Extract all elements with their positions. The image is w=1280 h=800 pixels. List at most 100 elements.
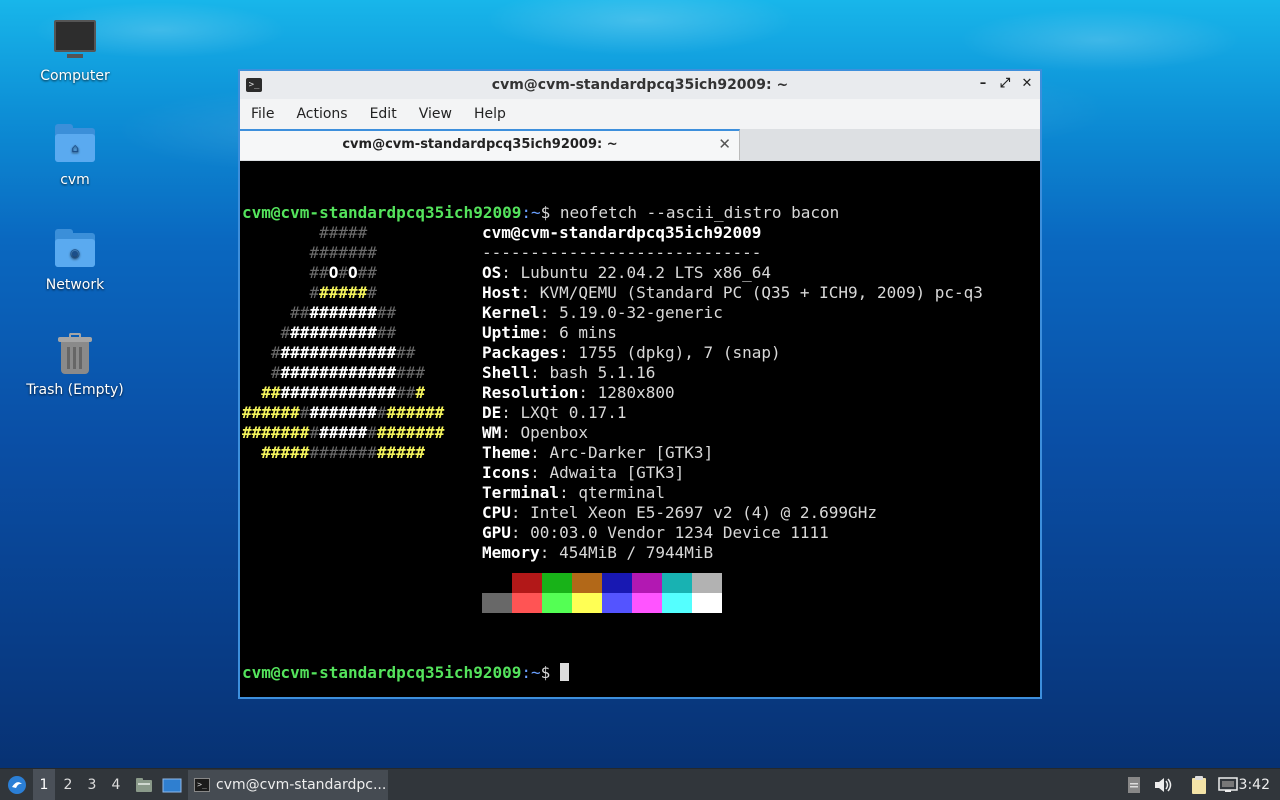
terminal-output[interactable]: cvm@cvm-standardpcq35ich92009:~$ neofetc…: [240, 161, 1040, 697]
info-host: Host: KVM/QEMU (Standard PC (Q35 + ICH9,…: [482, 283, 983, 302]
desktop-icon-cvm[interactable]: ⌂ cvm: [20, 122, 130, 188]
ascii-art-line: ##O#O##: [242, 263, 377, 282]
file-manager-launcher[interactable]: [133, 769, 155, 800]
prompt-user-host: cvm@cvm-standardpcq35ich92009: [242, 203, 522, 222]
info-shell: Shell: bash 5.1.16: [482, 363, 656, 382]
palette-swatch: [662, 593, 692, 613]
prompt-line: cvm@cvm-standardpcq35ich92009:~$: [242, 663, 569, 683]
info-resolution: Resolution: 1280x800: [482, 383, 675, 402]
menu-file[interactable]: File: [244, 106, 281, 122]
lubuntu-start-icon: [8, 776, 26, 794]
menu-view[interactable]: View: [412, 106, 459, 122]
info-memory: Memory: 454MiB / 7944MiB: [482, 543, 714, 562]
taskbar-window-label: cvm@cvm-standardpc...: [216, 777, 387, 793]
text-cursor: [559, 663, 569, 681]
close-button[interactable]: ✕: [1020, 76, 1034, 92]
palette-swatch: [632, 573, 662, 593]
volume-icon[interactable]: [1152, 769, 1174, 800]
clock[interactable]: 3:42: [1239, 769, 1270, 800]
terminal-app-icon[interactable]: >_: [246, 78, 262, 92]
home-folder-icon: ⌂: [53, 122, 97, 166]
tab-bar: cvm@cvm-standardpcq35ich92009: ~ ✕: [240, 129, 1040, 161]
info-terminal: Terminal: qterminal: [482, 483, 666, 502]
ascii-art-line: #####################: [242, 423, 445, 442]
desktop: Computer ⌂ cvm ◉ Network Trash (Empty) >…: [0, 0, 1280, 768]
menu-help[interactable]: Help: [467, 106, 513, 122]
ascii-art-line: ###########: [242, 303, 397, 322]
palette-swatch: [542, 573, 572, 593]
desktop-icon-computer[interactable]: Computer: [20, 18, 130, 84]
show-desktop-button[interactable]: [161, 769, 183, 800]
command-text: neofetch --ascii_distro bacon: [559, 203, 840, 222]
palette-swatch: [662, 573, 692, 593]
notes-tray-icon[interactable]: [1188, 769, 1210, 800]
prompt-path: :~: [521, 663, 541, 682]
ascii-art-line: ############: [242, 323, 397, 342]
minimize-button[interactable]: –: [976, 76, 990, 92]
ascii-art-line: ###############: [242, 343, 416, 362]
info-icons: Icons: Adwaita [GTK3]: [482, 463, 685, 482]
terminal-window: >_ cvm@cvm-standardpcq35ich92009: ~ – ⤢ …: [238, 69, 1042, 699]
info-os: OS: Lubuntu 22.04.2 LTS x86_64: [482, 263, 771, 282]
palette-swatch: [512, 573, 542, 593]
palette-swatch: [512, 593, 542, 613]
clipboard-tray-icon[interactable]: [1124, 769, 1144, 800]
palette-swatch: [572, 573, 602, 593]
palette-swatch: [542, 593, 572, 613]
prompt-symbol: $: [540, 663, 560, 682]
network-tray-icon[interactable]: [1216, 769, 1240, 800]
desktop-icon-label: Computer: [40, 68, 110, 84]
desktop-icon-network[interactable]: ◉ Network: [20, 227, 130, 293]
info-de: DE: LXQt 0.17.1: [482, 403, 627, 422]
tab-label: cvm@cvm-standardpcq35ich92009: ~: [342, 137, 618, 152]
ascii-art-line: ################: [242, 363, 426, 382]
palette-swatch: [692, 573, 722, 593]
info-theme: Theme: Arc-Darker [GTK3]: [482, 443, 714, 462]
file-manager-icon: [136, 778, 152, 792]
info-kernel: Kernel: 5.19.0-32-generic: [482, 303, 723, 322]
desktop-switch-1[interactable]: 1: [33, 769, 55, 800]
info-gpu: GPU: 00:03.0 Vendor 1234 Device 1111: [482, 523, 829, 542]
trash-icon: [53, 332, 97, 376]
start-menu-button[interactable]: [4, 769, 30, 800]
tab-close-icon[interactable]: ✕: [718, 135, 731, 153]
desktop-icon-trash[interactable]: Trash (Empty): [20, 332, 130, 398]
ascii-art-line: #################: [242, 443, 426, 462]
palette-swatch: [692, 593, 722, 613]
terminal-tab[interactable]: cvm@cvm-standardpcq35ich92009: ~ ✕: [240, 129, 740, 160]
ascii-art-line: #####: [242, 223, 368, 242]
desktop-switch-4[interactable]: 4: [105, 769, 127, 800]
computer-icon: [53, 18, 97, 62]
menubar: File Actions Edit View Help: [240, 99, 1040, 129]
neofetch-separator: -----------------------------: [482, 243, 762, 262]
palette-swatch: [602, 593, 632, 613]
info-packages: Packages: 1755 (dpkg), 7 (snap): [482, 343, 781, 362]
info-cpu: CPU: Intel Xeon E5-2697 v2 (4) @ 2.699GH…: [482, 503, 877, 522]
window-titlebar[interactable]: >_ cvm@cvm-standardpcq35ich92009: ~ – ⤢ …: [240, 71, 1040, 99]
desktop-switch-2[interactable]: 2: [57, 769, 79, 800]
prompt-symbol: $: [540, 203, 560, 222]
prompt-path: :~: [521, 203, 541, 222]
network-folder-icon: ◉: [53, 227, 97, 271]
taskbar-window-button[interactable]: >_ cvm@cvm-standardpc...: [188, 770, 388, 800]
desktop-switch-3[interactable]: 3: [81, 769, 103, 800]
ascii-art-line: #####################: [242, 403, 445, 422]
maximize-button[interactable]: ⤢: [998, 76, 1012, 92]
terminal-icon: >_: [194, 778, 210, 792]
info-wm: WM: Openbox: [482, 423, 588, 442]
neofetch-header: cvm@cvm-standardpcq35ich92009: [482, 223, 762, 242]
window-title: cvm@cvm-standardpcq35ich92009: ~: [491, 77, 789, 93]
desktop-icon-label: cvm: [60, 172, 90, 188]
menu-edit[interactable]: Edit: [363, 106, 404, 122]
taskbar: 1 2 3 4 >_ cvm@cvm-standardpc... 3:42: [0, 768, 1280, 800]
menu-actions[interactable]: Actions: [289, 106, 354, 122]
show-desktop-icon: [162, 778, 182, 793]
palette-swatch: [632, 593, 662, 613]
desktop-icon-label: Network: [45, 277, 105, 293]
command-line: cvm@cvm-standardpcq35ich92009:~$ neofetc…: [242, 203, 839, 223]
info-uptime: Uptime: 6 mins: [482, 323, 617, 342]
desktop-icon-label: Trash (Empty): [26, 382, 124, 398]
ascii-art-line: #######: [242, 243, 377, 262]
palette-swatch: [482, 593, 512, 613]
ascii-art-line: #################: [242, 383, 426, 402]
